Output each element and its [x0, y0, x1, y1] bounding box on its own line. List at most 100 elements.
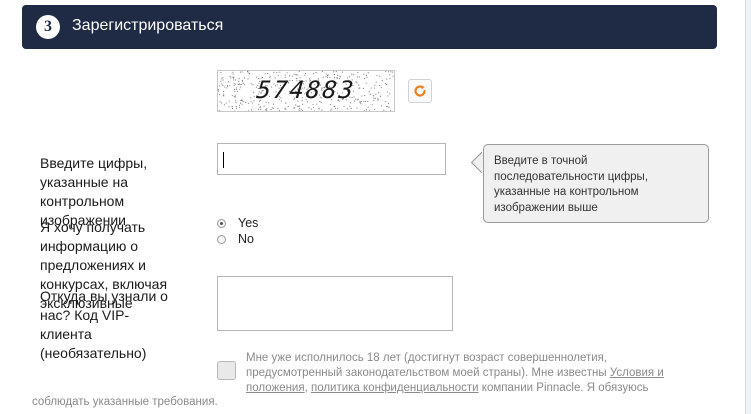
captcha-noise-dot [313, 107, 314, 109]
captcha-noise-dot [369, 109, 371, 111]
captcha-noise-dot [239, 104, 240, 106]
captcha-noise-dot [248, 110, 249, 111]
privacy-link[interactable]: политика конфиденциальности [311, 382, 479, 394]
captcha-noise-dot [390, 110, 391, 111]
captcha-noise-dot [276, 72, 278, 74]
captcha-noise-dot [277, 108, 279, 110]
radio-yes-label: Yes [238, 216, 259, 230]
radio-no[interactable]: No [217, 232, 254, 246]
captcha-noise-dot [232, 73, 234, 75]
captcha-noise-dot [264, 109, 266, 111]
captcha-noise-dot [388, 106, 390, 108]
captcha-noise-dot [223, 104, 225, 106]
captcha-noise-dot [315, 72, 317, 73]
captcha-noise-dot [265, 109, 267, 111]
captcha-noise-dot [390, 71, 392, 73]
terms-text-before: Мне уже исполнилось 18 лет (достигнут во… [246, 352, 610, 379]
captcha-noise-dot [284, 107, 286, 109]
captcha-noise-dot [381, 105, 383, 107]
captcha-noise-dot [318, 108, 320, 110]
captcha-noise-dot [264, 73, 266, 75]
captcha-noise-dot [247, 71, 249, 73]
captcha-noise-dot [337, 108, 339, 110]
source-label: Откуда вы узнали о нас? Код VIP-клиента … [40, 288, 168, 361]
terms-continuation: соблюдать указанные требования. [32, 396, 218, 408]
captcha-noise-dot [330, 109, 332, 111]
captcha-noise-dot [371, 103, 373, 105]
captcha-noise-dot [239, 71, 241, 73]
captcha-noise-dot [251, 109, 253, 111]
captcha-noise-dot [267, 72, 269, 74]
captcha-noise-dot [287, 106, 289, 107]
captcha-noise-dot [312, 104, 314, 106]
captcha-noise-dot [231, 106, 233, 108]
captcha-noise-dot [279, 71, 281, 73]
captcha-noise-dot [357, 72, 359, 73]
captcha-noise-dot [273, 71, 275, 73]
captcha-image: 574883 [217, 70, 395, 112]
captcha-noise-dot [232, 71, 234, 73]
page-right-edge [745, 0, 751, 414]
captcha-input[interactable] [217, 143, 446, 175]
captcha-noise-dot [347, 108, 349, 110]
captcha-noise-dot [334, 74, 335, 75]
captcha-noise-dot [302, 110, 304, 111]
radio-yes-dot[interactable] [217, 219, 226, 229]
captcha-noise-dot [293, 107, 295, 109]
captcha-noise-dot [298, 108, 300, 110]
captcha-code: 574883 [255, 76, 357, 104]
radio-yes[interactable]: Yes [217, 216, 258, 230]
captcha-noise-dot [329, 104, 331, 106]
captcha-noise-dot [300, 108, 302, 110]
captcha-noise-dot [249, 73, 250, 74]
captcha-noise-dot [260, 108, 262, 110]
captcha-noise-dot [310, 108, 312, 110]
captcha-noise-dot [304, 73, 306, 75]
captcha-noise-dot [247, 72, 249, 74]
captcha-noise-dot [232, 108, 233, 109]
captcha-noise-dot [235, 106, 237, 107]
captcha-noise-dot [266, 110, 268, 111]
captcha-noise-dot [298, 109, 300, 111]
captcha-noise-dot [342, 71, 343, 73]
captcha-noise-dot [363, 73, 365, 75]
captcha-noise-dot [299, 105, 300, 107]
radio-no-dot[interactable] [217, 235, 226, 245]
text-caret [223, 152, 224, 168]
captcha-noise-dot [279, 110, 280, 111]
captcha-noise-dot [286, 72, 288, 74]
captcha-noise-dot [263, 105, 265, 107]
captcha-noise-dot [383, 109, 385, 111]
captcha-noise-dot [318, 107, 320, 109]
radio-no-label: No [238, 232, 254, 246]
captcha-noise-dot [331, 108, 333, 110]
captcha-noise-dot [343, 105, 345, 107]
captcha-noise-dot [236, 107, 237, 109]
captcha-noise-dot [220, 71, 222, 73]
captcha-tooltip: Введите в точной последовательности цифр… [483, 144, 709, 223]
captcha-noise-dot [308, 107, 310, 109]
captcha-noise-dot [388, 71, 389, 73]
age-terms-checkbox[interactable] [217, 361, 236, 380]
step-header: 3 Зарегистрироваться [22, 5, 717, 49]
captcha-noise-dot [333, 71, 335, 73]
captcha-noise-dot [258, 108, 259, 110]
captcha-noise-dot [271, 107, 273, 109]
captcha-noise-dot [387, 106, 389, 107]
captcha-noise-dot [326, 73, 328, 75]
step-number-badge: 3 [36, 15, 60, 39]
captcha-noise-dot [385, 106, 387, 108]
captcha-noise-dot [270, 109, 272, 110]
captcha-noise-dot [295, 104, 297, 106]
captcha-noise-dot [334, 107, 336, 109]
captcha-noise-dot [293, 73, 295, 75]
captcha-noise-dot [228, 106, 230, 108]
captcha-noise-dot [272, 107, 274, 109]
captcha-noise-dot [218, 110, 220, 111]
source-input[interactable] [217, 276, 453, 331]
captcha-noise-dot [285, 108, 287, 110]
captcha-noise-dot [260, 106, 261, 108]
captcha-noise-dot [258, 104, 260, 106]
captcha-refresh-button[interactable] [408, 79, 432, 103]
captcha-noise-dot [321, 109, 323, 111]
